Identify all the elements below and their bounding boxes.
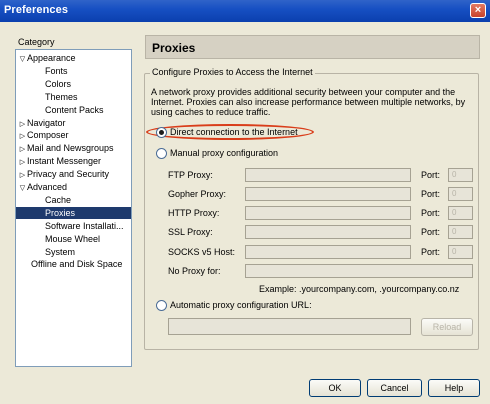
ftp-proxy-label: FTP Proxy: [168,170,213,180]
window-title: Preferences [4,4,69,16]
auto-proxy-url-input[interactable] [168,318,411,335]
socks-v5-host-port-label: Port: [421,247,441,257]
category-tree[interactable]: ▽ Appearance Fonts Colors Themes Content Pack… [15,49,132,367]
sidebar-item-fonts[interactable]: Fonts [16,65,131,77]
sidebar-item-label: Advanced [27,182,68,192]
no-proxy-input[interactable] [245,264,473,278]
sidebar-item-label: Privacy and Security [27,169,110,180]
sidebar-item-label: Proxies [45,207,76,218]
sidebar-item-system[interactable]: System [16,246,131,258]
sidebar-item-label: System [45,246,76,257]
sidebar-item-proxies[interactable]: Proxies [16,206,131,219]
ok-button[interactable]: OK [309,379,361,397]
proxy-description: A network proxy provides additional secu… [151,87,466,117]
sidebar-item-label: Instant Messenger [27,156,102,167]
sidebar-item-appearance[interactable]: ▽ Appearance [16,52,131,64]
auto-proxy-label[interactable]: Automatic proxy configuration URL: [170,300,312,310]
sidebar-item-label: Colors [45,78,72,89]
ssl-proxy-port-label: Port: [421,227,441,237]
sidebar-item-advanced[interactable]: ▽ Advanced [16,181,131,193]
gopher-proxy-port-input[interactable]: 0 [448,187,473,201]
sidebar-item-label: Mouse Wheel [45,233,101,244]
sidebar-item-themes[interactable]: Themes [16,91,131,103]
http-proxy-port-label: Port: [421,208,441,218]
ssl-proxy-label: SSL Proxy: [168,227,213,237]
socks-v5-host-label: SOCKS v5 Host: [168,247,236,257]
sidebar-item-composer[interactable]: ▷ Composer [16,129,131,141]
sidebar-item-label: Cache [45,194,72,205]
gopher-proxy-port-label: Port: [421,189,441,199]
help-button[interactable]: Help [428,379,480,397]
sidebar-item-mail-and-newsgroups[interactable]: ▷ Mail and Newsgroups [16,142,131,154]
direct-connection-label[interactable]: Direct connection to the Internet [170,127,298,137]
sidebar-item-offline-and-disk-space[interactable]: Offline and Disk Space [16,258,131,270]
auto-proxy-radio[interactable] [156,300,167,311]
sidebar-item-privacy-and-security[interactable]: ▷ Privacy and Security [16,168,131,180]
sidebar-item-label: Mail and Newsgroups [27,143,114,154]
manual-proxy-radio[interactable] [156,148,167,159]
sidebar-item-content-packs[interactable]: Content Packs [16,104,131,116]
sidebar-item-label: Software Installati... [45,220,124,231]
sidebar-item-label: Content Packs [45,104,104,115]
http-proxy-port-input[interactable]: 0 [448,206,473,220]
category-label: Category [18,37,55,47]
no-proxy-label: No Proxy for: [168,266,221,276]
ftp-proxy-input[interactable] [245,168,411,182]
sidebar-item-label: Composer [27,130,69,141]
sidebar-item-colors[interactable]: Colors [16,78,131,90]
ssl-proxy-input[interactable] [245,225,411,239]
ftp-proxy-port-label: Port: [421,170,441,180]
reload-button[interactable]: Reload [421,318,473,336]
socks-v5-host-port-input[interactable]: 0 [448,245,473,259]
sidebar-item-label: Navigator [27,117,66,128]
sidebar-item-navigator[interactable]: ▷ Navigator [16,117,131,129]
ftp-proxy-port-input[interactable]: 0 [448,168,473,182]
manual-proxy-label[interactable]: Manual proxy configuration [170,148,278,158]
gopher-proxy-label: Gopher Proxy: [168,189,227,199]
page-title: Proxies [145,35,480,59]
socks-v5-host-input[interactable] [245,245,411,259]
sidebar-item-software-installati[interactable]: Software Installati... [16,220,131,232]
cancel-button[interactable]: Cancel [367,379,422,397]
ssl-proxy-port-input[interactable]: 0 [448,225,473,239]
sidebar-item-label: Fonts [45,65,68,76]
sidebar-item-instant-messenger[interactable]: ▷ Instant Messenger [16,155,131,167]
direct-connection-radio[interactable] [156,127,167,138]
window-title-bar: Preferences × [0,0,490,22]
close-icon[interactable]: × [470,3,486,18]
http-proxy-label: HTTP Proxy: [168,208,220,218]
no-proxy-example: Example: .yourcompany.com, .yourcompany.… [259,284,460,294]
sidebar-item-label: Offline and Disk Space [31,259,123,270]
http-proxy-input[interactable] [245,206,411,220]
sidebar-item-label: Appearance [27,53,76,63]
sidebar-item-label: Themes [45,91,78,102]
gopher-proxy-input[interactable] [245,187,411,201]
group-title: Configure Proxies to Access the Internet [150,67,315,77]
sidebar-item-mouse-wheel[interactable]: Mouse Wheel [16,233,131,245]
sidebar-item-cache[interactable]: Cache [16,194,131,206]
